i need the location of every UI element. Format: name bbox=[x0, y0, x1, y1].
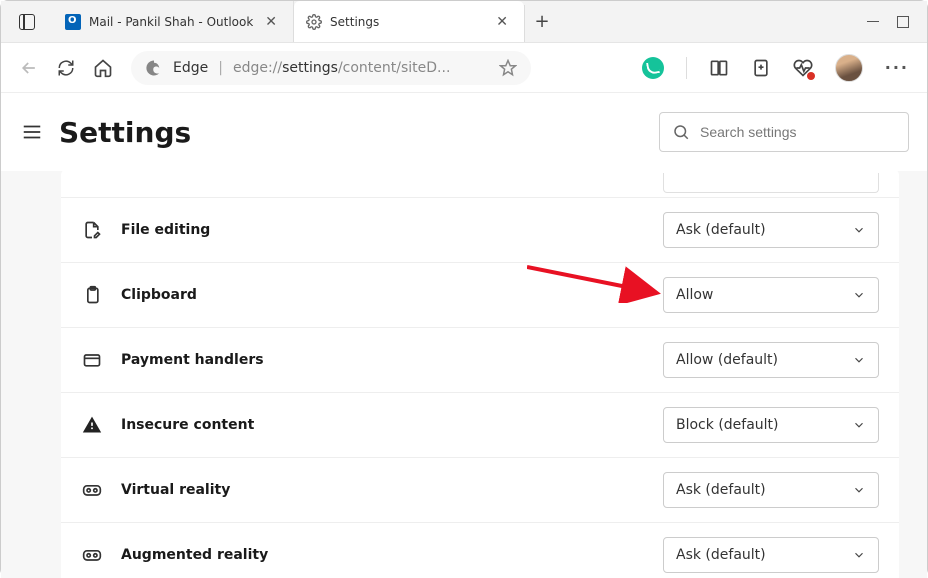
address-bar[interactable]: Edge | edge://settings/content/siteD... bbox=[131, 51, 531, 85]
credit-card-icon bbox=[81, 350, 103, 370]
outlook-icon bbox=[65, 14, 81, 30]
row-label: Insecure content bbox=[121, 417, 645, 433]
more-menu-icon[interactable]: ··· bbox=[885, 58, 909, 77]
row-payment-handlers: Payment handlers Allow (default) bbox=[61, 328, 899, 393]
chevron-down-icon bbox=[852, 548, 866, 562]
row-label: Clipboard bbox=[121, 287, 645, 303]
minimize-icon[interactable] bbox=[867, 21, 879, 23]
vr-headset-icon bbox=[81, 545, 103, 565]
row-label: Payment handlers bbox=[121, 352, 645, 368]
split-screen-icon[interactable] bbox=[709, 58, 729, 78]
settings-content: File editing Ask (default) Clipboard All… bbox=[1, 171, 927, 578]
chevron-down-icon bbox=[852, 288, 866, 302]
window-titlebar: Mail - Pankil Shah - Outlook ✕ Settings … bbox=[1, 1, 927, 43]
select-augmented-reality[interactable]: Ask (default) bbox=[663, 537, 879, 573]
new-tab-button[interactable]: + bbox=[524, 1, 560, 42]
select-virtual-reality[interactable]: Ask (default) bbox=[663, 472, 879, 508]
row-insecure-content: Insecure content Block (default) bbox=[61, 393, 899, 458]
url-text: edge://settings/content/siteD... bbox=[233, 60, 489, 76]
brand-label: Edge bbox=[173, 60, 208, 76]
page-title: Settings bbox=[59, 116, 191, 149]
row-label: File editing bbox=[121, 222, 645, 238]
chevron-down-icon bbox=[852, 483, 866, 497]
back-button[interactable] bbox=[19, 58, 39, 78]
vr-headset-icon bbox=[81, 480, 103, 500]
clipboard-icon bbox=[81, 285, 103, 305]
gear-icon bbox=[306, 14, 322, 30]
row-clipboard: Clipboard Allow bbox=[61, 263, 899, 328]
tab-label: Mail - Pankil Shah - Outlook bbox=[89, 15, 253, 29]
row-label: Virtual reality bbox=[121, 482, 645, 498]
sidebar-toggle-icon[interactable] bbox=[19, 14, 35, 30]
collections-icon[interactable] bbox=[751, 58, 771, 78]
row-file-editing: File editing Ask (default) bbox=[61, 198, 899, 263]
tab-settings[interactable]: Settings ✕ bbox=[294, 1, 524, 42]
favorite-icon[interactable] bbox=[499, 59, 517, 77]
chevron-down-icon bbox=[852, 353, 866, 367]
close-icon[interactable]: ✕ bbox=[492, 11, 512, 33]
warning-icon bbox=[81, 415, 103, 435]
window-controls bbox=[867, 16, 927, 28]
grammarly-icon[interactable] bbox=[642, 57, 664, 79]
file-edit-icon bbox=[81, 220, 103, 240]
select-insecure-content[interactable]: Block (default) bbox=[663, 407, 879, 443]
search-field[interactable] bbox=[659, 112, 909, 152]
settings-header: Settings bbox=[1, 93, 927, 171]
edge-icon bbox=[145, 59, 163, 77]
refresh-button[interactable] bbox=[57, 59, 75, 77]
tab-label: Settings bbox=[330, 15, 484, 29]
browser-tabs: Mail - Pankil Shah - Outlook ✕ Settings … bbox=[53, 1, 867, 42]
row-augmented-reality: Augmented reality Ask (default) bbox=[61, 523, 899, 578]
select-clipboard[interactable]: Allow bbox=[663, 277, 879, 313]
search-icon bbox=[672, 123, 690, 141]
select-payment-handlers[interactable]: Allow (default) bbox=[663, 342, 879, 378]
search-input[interactable] bbox=[700, 124, 896, 140]
chevron-down-icon bbox=[852, 418, 866, 432]
maximize-icon[interactable] bbox=[897, 16, 909, 28]
permissions-panel: File editing Ask (default) Clipboard All… bbox=[61, 171, 899, 578]
tab-outlook[interactable]: Mail - Pankil Shah - Outlook ✕ bbox=[53, 1, 294, 42]
menu-button[interactable] bbox=[21, 121, 43, 143]
address-toolbar: Edge | edge://settings/content/siteD... … bbox=[1, 43, 927, 93]
chevron-down-icon bbox=[852, 223, 866, 237]
profile-avatar[interactable] bbox=[835, 54, 863, 82]
row-virtual-reality: Virtual reality Ask (default) bbox=[61, 458, 899, 523]
select-file-editing[interactable]: Ask (default) bbox=[663, 212, 879, 248]
close-icon[interactable]: ✕ bbox=[261, 11, 281, 33]
row-label: Augmented reality bbox=[121, 547, 645, 563]
home-button[interactable] bbox=[93, 58, 113, 78]
browser-health-icon[interactable] bbox=[793, 58, 813, 78]
